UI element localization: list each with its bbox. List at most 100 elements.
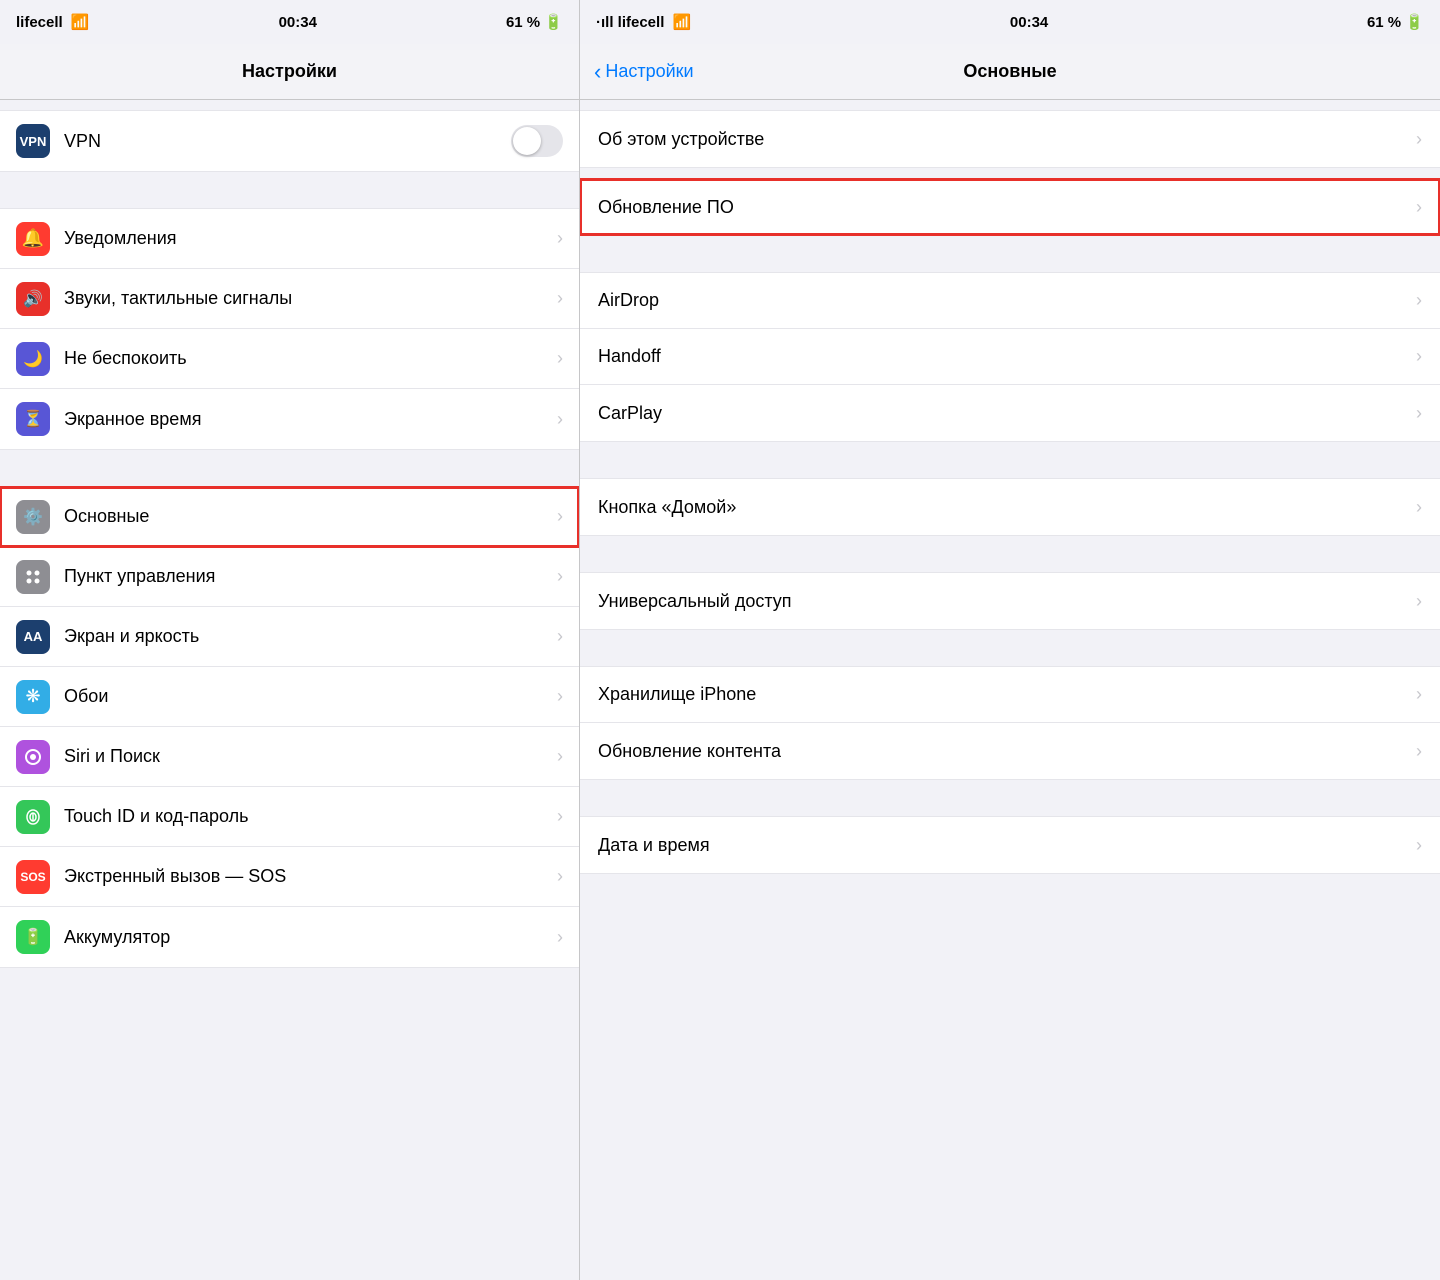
right-spacer-3: [580, 442, 1440, 478]
datetime-row[interactable]: Дата и время ›: [580, 817, 1440, 873]
software-update-label: Обновление ПО: [598, 197, 1412, 218]
left-wifi-icon: 📶: [71, 14, 90, 31]
sounds-row[interactable]: 🔊 Звуки, тактильные сигналы ›: [0, 269, 579, 329]
left-panel: VPN VPN 🔔 Уведомления ›: [0, 100, 580, 1280]
right-battery-icon: 🔋: [1405, 14, 1424, 31]
left-battery-text: 61 %: [506, 14, 540, 31]
background-refresh-row[interactable]: Обновление контента ›: [580, 723, 1440, 779]
left-nav-bar: Настройки: [0, 44, 580, 99]
touchid-chevron: ›: [557, 806, 563, 827]
wallpaper-label: Обои: [64, 686, 553, 707]
general-chevron: ›: [557, 506, 563, 527]
left-status-bar: lifecell 📶 00:34 61 % 🔋: [0, 0, 580, 44]
right-spacer-top: [580, 100, 1440, 110]
software-update-chevron: ›: [1416, 197, 1422, 218]
back-label: Настройки: [605, 61, 693, 82]
storage-row[interactable]: Хранилище iPhone ›: [580, 667, 1440, 723]
nav-bars: Настройки ‹ Настройки Основные: [0, 44, 1440, 100]
battery-row[interactable]: 🔋 Аккумулятор ›: [0, 907, 579, 967]
right-battery-container: 61 % 🔋: [1367, 13, 1424, 31]
right-spacer-5: [580, 630, 1440, 666]
general-label: Основные: [64, 506, 553, 527]
right-carrier-time: ·ıll lifecell 📶: [596, 13, 691, 31]
about-row[interactable]: Об этом устройстве ›: [580, 111, 1440, 167]
software-update-row[interactable]: Обновление ПО ›: [580, 179, 1440, 235]
sos-row[interactable]: SOS Экстренный вызов — SOS ›: [0, 847, 579, 907]
controlcenter-row[interactable]: Пункт управления ›: [0, 547, 579, 607]
touchid-label: Touch ID и код-пароль: [64, 806, 553, 827]
general-row[interactable]: ⚙️ Основные ›: [0, 487, 579, 547]
spacer-2: [0, 450, 579, 486]
back-button[interactable]: ‹ Настройки: [594, 61, 694, 83]
home-button-label: Кнопка «Домой»: [598, 497, 1412, 518]
left-carrier-time: lifecell 📶: [16, 13, 90, 31]
wallpaper-icon: ❋: [16, 680, 50, 714]
wallpaper-chevron: ›: [557, 686, 563, 707]
main-content: VPN VPN 🔔 Уведомления ›: [0, 100, 1440, 1280]
home-button-section: Кнопка «Домой» ›: [580, 478, 1440, 536]
accessibility-row[interactable]: Универсальный доступ ›: [580, 573, 1440, 629]
software-section: Обновление ПО ›: [580, 178, 1440, 236]
airdrop-label: AirDrop: [598, 290, 1412, 311]
storage-chevron: ›: [1416, 684, 1422, 705]
sos-label: Экстренный вызов — SOS: [64, 866, 553, 887]
back-chevron-icon: ‹: [594, 61, 601, 83]
screentime-row[interactable]: ⏳ Экранное время ›: [0, 389, 579, 449]
left-settings-list: VPN VPN 🔔 Уведомления ›: [0, 100, 579, 1280]
vpn-toggle-thumb: [513, 127, 541, 155]
section-1: 🔔 Уведомления › 🔊 Звуки, тактильные сигн…: [0, 208, 579, 450]
notifications-row[interactable]: 🔔 Уведомления ›: [0, 209, 579, 269]
vpn-label: VPN: [64, 131, 511, 152]
left-carrier: lifecell: [16, 14, 63, 31]
right-nav-title: Основные: [963, 61, 1056, 82]
battery-chevron: ›: [557, 927, 563, 948]
about-section: Об этом устройстве ›: [580, 110, 1440, 168]
home-button-row[interactable]: Кнопка «Домой» ›: [580, 479, 1440, 535]
carplay-chevron: ›: [1416, 403, 1422, 424]
right-panel: Об этом устройстве › Обновление ПО › Air…: [580, 100, 1440, 1280]
background-refresh-chevron: ›: [1416, 741, 1422, 762]
screentime-chevron: ›: [557, 409, 563, 430]
right-carrier: ·ıll lifecell: [596, 14, 664, 31]
vpn-toggle-track[interactable]: [511, 125, 563, 157]
controlcenter-icon: [16, 560, 50, 594]
right-settings-list: Об этом устройстве › Обновление ПО › Air…: [580, 100, 1440, 1280]
sos-chevron: ›: [557, 866, 563, 887]
airdrop-section: AirDrop › Handoff › CarPlay ›: [580, 272, 1440, 442]
vpn-toggle[interactable]: [511, 125, 563, 157]
home-button-chevron: ›: [1416, 497, 1422, 518]
accessibility-chevron: ›: [1416, 591, 1422, 612]
background-refresh-label: Обновление контента: [598, 741, 1412, 762]
left-time: 00:34: [279, 14, 317, 31]
handoff-label: Handoff: [598, 346, 1412, 367]
dnd-row[interactable]: 🌙 Не беспокоить ›: [0, 329, 579, 389]
vpn-section: VPN VPN: [0, 110, 579, 172]
accessibility-label: Универсальный доступ: [598, 591, 1412, 612]
right-spacer-1: [580, 168, 1440, 178]
datetime-chevron: ›: [1416, 835, 1422, 856]
display-chevron: ›: [557, 626, 563, 647]
left-nav-title: Настройки: [242, 61, 337, 82]
airdrop-row[interactable]: AirDrop ›: [580, 273, 1440, 329]
siri-chevron: ›: [557, 746, 563, 767]
sounds-chevron: ›: [557, 288, 563, 309]
screentime-icon: ⏳: [16, 402, 50, 436]
right-spacer-4: [580, 536, 1440, 572]
dnd-label: Не беспокоить: [64, 348, 553, 369]
section-2: ⚙️ Основные › Пункт управления ›: [0, 486, 579, 968]
accessibility-section: Универсальный доступ ›: [580, 572, 1440, 630]
display-row[interactable]: AA Экран и яркость ›: [0, 607, 579, 667]
vpn-row[interactable]: VPN VPN: [0, 111, 579, 171]
right-spacer-2: [580, 236, 1440, 272]
carplay-row[interactable]: CarPlay ›: [580, 385, 1440, 441]
status-bars: lifecell 📶 00:34 61 % 🔋 ·ıll lifecell 📶 …: [0, 0, 1440, 44]
carplay-label: CarPlay: [598, 403, 1412, 424]
handoff-row[interactable]: Handoff ›: [580, 329, 1440, 385]
notifications-chevron: ›: [557, 228, 563, 249]
wallpaper-row[interactable]: ❋ Обои ›: [0, 667, 579, 727]
vpn-icon: VPN: [16, 124, 50, 158]
left-battery-container: 61 % 🔋: [506, 13, 563, 31]
siri-row[interactable]: Siri и Поиск ›: [0, 727, 579, 787]
touchid-row[interactable]: Touch ID и код-пароль ›: [0, 787, 579, 847]
dnd-chevron: ›: [557, 348, 563, 369]
